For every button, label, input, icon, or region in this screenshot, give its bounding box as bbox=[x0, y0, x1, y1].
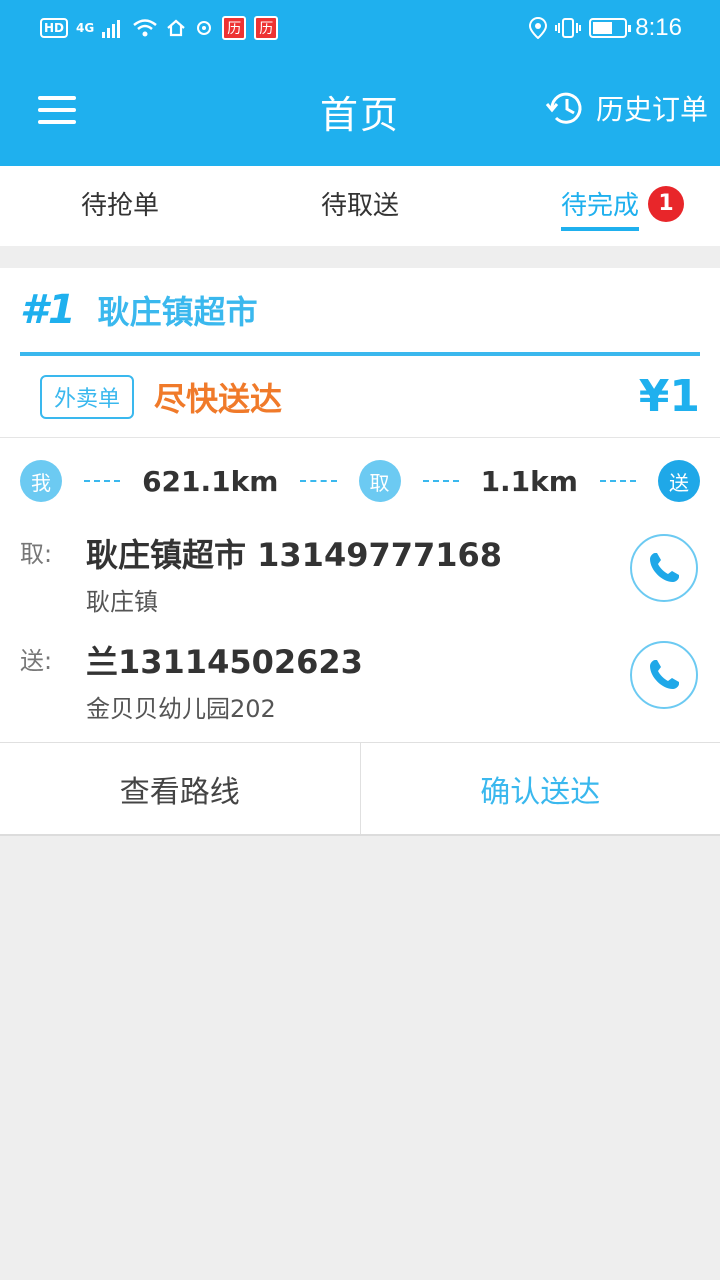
pickup-marker: 取 bbox=[358, 460, 401, 502]
order-header: #1 耿庄镇超市 bbox=[20, 268, 700, 356]
delivery-label: 送: bbox=[20, 647, 53, 675]
tab-label: 待抢单 bbox=[80, 191, 159, 221]
shop-name: 耿庄镇超市 bbox=[97, 293, 258, 331]
pickup-address: 取: 耿庄镇超市 13149777168 耿庄镇 bbox=[0, 524, 720, 631]
top-bar: HD 4G 历 历 8:16 首页 历史订单 bbox=[0, 0, 720, 166]
view-route-button[interactable]: 查看路线 bbox=[0, 743, 361, 834]
route-distance-bar: 我 621.1km 取 1.1km 送 bbox=[0, 438, 720, 524]
location-pin-icon bbox=[529, 17, 548, 39]
vibrate-icon bbox=[555, 18, 582, 38]
delivery-location: 金贝贝幼儿园202 bbox=[86, 695, 276, 723]
status-bar: HD 4G 历 历 8:16 bbox=[0, 0, 720, 56]
distance-to-deliver: 1.1km bbox=[480, 464, 578, 498]
tab-pending-pickup[interactable]: 待取送 bbox=[240, 166, 480, 246]
phone-icon bbox=[650, 553, 679, 582]
route-dash bbox=[599, 480, 637, 482]
tab-label: 待完成 bbox=[560, 191, 639, 231]
home-icon bbox=[167, 19, 185, 37]
menu-icon[interactable] bbox=[38, 96, 76, 126]
phone-icon bbox=[650, 660, 679, 689]
delivery-contact: 兰13114502623 bbox=[86, 643, 363, 681]
app-notification-icon: 历 bbox=[254, 16, 279, 40]
page-title: 首页 bbox=[319, 92, 400, 137]
pickup-label: 取: bbox=[20, 540, 53, 568]
route-dash bbox=[422, 480, 459, 482]
location-target-icon bbox=[197, 21, 212, 35]
pickup-location: 耿庄镇 bbox=[86, 588, 158, 616]
history-orders-label: 历史订单 bbox=[595, 93, 708, 126]
battery-icon bbox=[589, 18, 632, 38]
tab-pending-grab[interactable]: 待抢单 bbox=[0, 166, 240, 246]
distance-to-pickup: 621.1km bbox=[142, 464, 279, 498]
order-number: #1 bbox=[20, 287, 76, 333]
tab-pending-complete[interactable]: 待完成 1 bbox=[480, 166, 720, 246]
tab-label: 待取送 bbox=[320, 191, 399, 221]
count-badge: 1 bbox=[648, 186, 684, 222]
history-orders-button[interactable]: 历史订单 bbox=[544, 86, 708, 130]
confirm-delivery-button[interactable]: 确认送达 bbox=[361, 743, 720, 834]
app-notification-icon: 历 bbox=[222, 16, 247, 40]
order-price: ¥1 bbox=[638, 371, 700, 422]
network-label: 4G bbox=[76, 21, 95, 35]
order-type-tag: 外卖单 bbox=[40, 374, 135, 419]
delivery-address: 送: 兰13114502623 金贝贝幼儿园202 bbox=[0, 631, 720, 738]
hd-icon: HD bbox=[40, 18, 69, 38]
route-dash bbox=[300, 480, 337, 482]
order-status-tabs: 待抢单 待取送 待完成 1 bbox=[0, 166, 720, 246]
delivery-urgency: 尽快送达 bbox=[154, 379, 283, 418]
clock: 8:16 bbox=[635, 14, 682, 41]
title-bar: 首页 历史订单 bbox=[0, 56, 720, 166]
call-pickup-button[interactable] bbox=[630, 534, 698, 602]
order-actions: 查看路线 确认送达 bbox=[0, 742, 720, 836]
history-clock-icon bbox=[545, 92, 582, 124]
order-meta: 外卖单 尽快送达 ¥1 bbox=[0, 356, 720, 438]
signal-icon bbox=[102, 20, 121, 38]
deliver-marker: 送 bbox=[658, 460, 701, 502]
pickup-contact: 耿庄镇超市 13149777168 bbox=[86, 536, 503, 574]
order-card: #1 耿庄镇超市 外卖单 尽快送达 ¥1 我 621.1km 取 1.1km 送… bbox=[0, 268, 720, 836]
call-delivery-button[interactable] bbox=[630, 641, 698, 709]
wifi-icon bbox=[133, 19, 158, 37]
route-dash bbox=[84, 480, 121, 482]
me-marker: 我 bbox=[20, 460, 62, 502]
